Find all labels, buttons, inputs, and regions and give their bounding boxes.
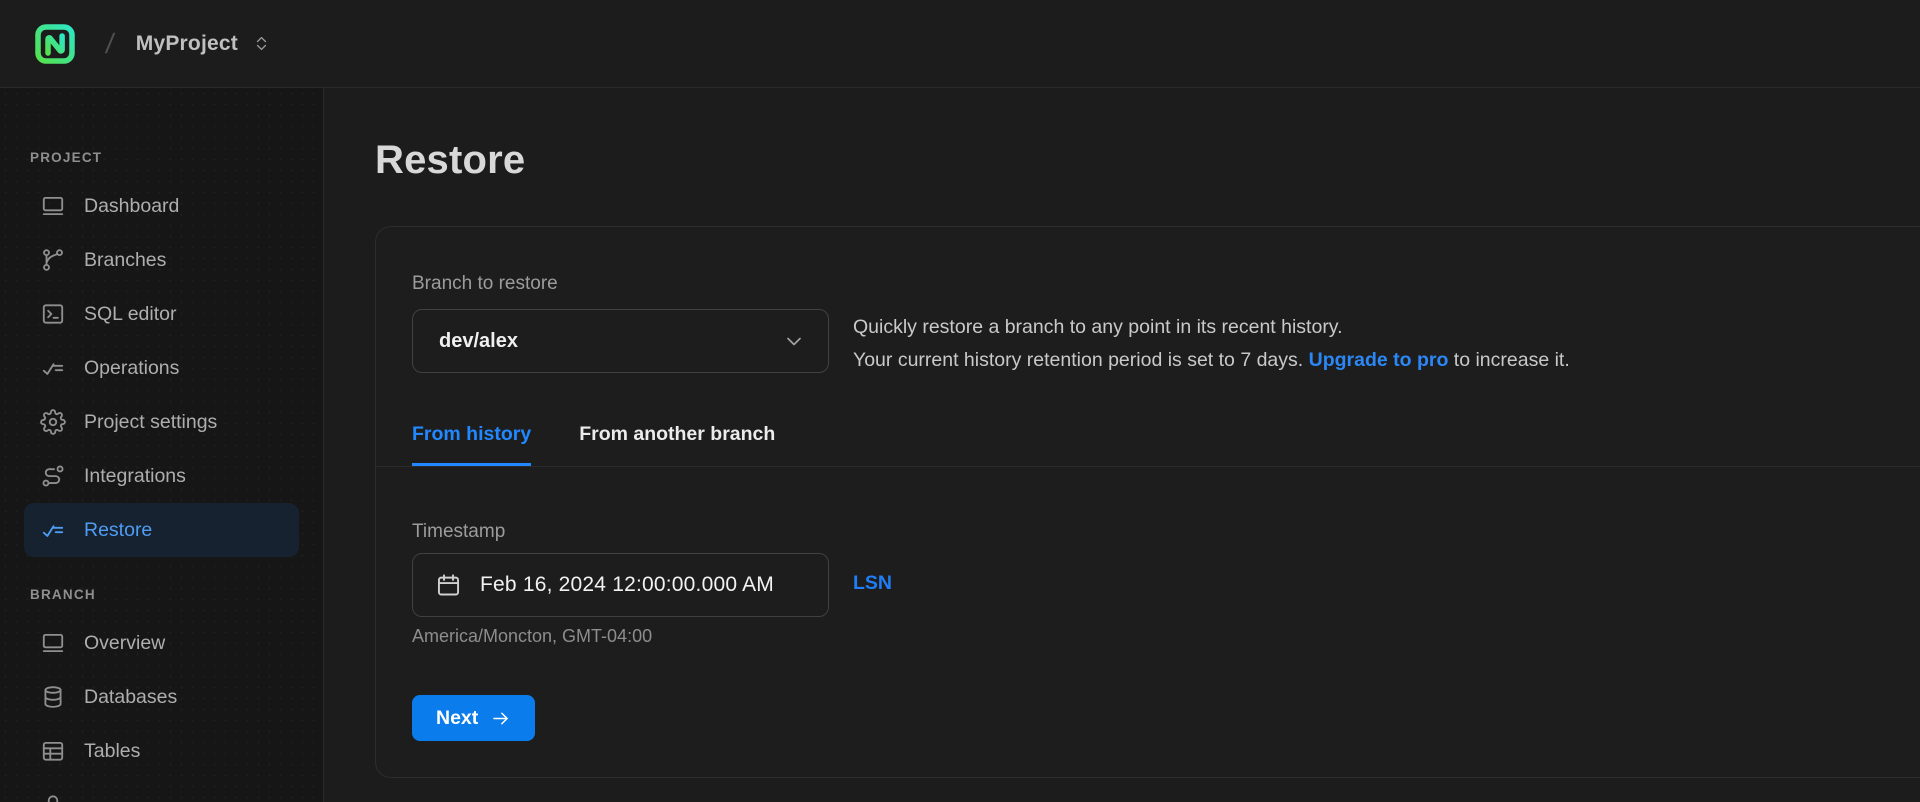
- branch-to-restore-label: Branch to restore: [412, 273, 558, 294]
- sidebar-item-label: Databases: [84, 685, 178, 708]
- timestamp-label: Timestamp: [412, 521, 506, 542]
- sidebar-item-project-settings[interactable]: Project settings: [24, 395, 299, 449]
- sidebar-section-branch: BRANCH Overview Databases Tables: [0, 587, 323, 802]
- sidebar: PROJECT Dashboard Branches SQL editor Op…: [0, 88, 324, 802]
- sidebar-section-label: PROJECT: [30, 150, 103, 165]
- calendar-icon: [435, 572, 462, 599]
- topbar: / MyProject: [0, 0, 1920, 88]
- description-line-1: Quickly restore a branch to any point in…: [853, 316, 1343, 338]
- sidebar-item-label: Project settings: [84, 410, 218, 433]
- sidebar-item-label: Branches: [84, 248, 167, 271]
- timezone-note: America/Moncton, GMT-04:00: [412, 626, 653, 646]
- user-icon: [40, 792, 66, 802]
- sidebar-item-cutoff[interactable]: [24, 778, 299, 802]
- sidebar-item-branches[interactable]: Branches: [24, 233, 299, 287]
- sidebar-item-label: Dashboard: [84, 194, 180, 217]
- sidebar-item-overview[interactable]: Overview: [24, 616, 299, 670]
- window-icon: [40, 630, 66, 656]
- branch-select-value: dev/alex: [439, 329, 518, 352]
- lsn-link[interactable]: LSN: [853, 572, 892, 595]
- main-content: Restore Branch to restore dev/alex Quick…: [324, 88, 1920, 802]
- chevrons-up-down-icon[interactable]: [252, 34, 271, 53]
- git-branch-icon: [40, 247, 66, 273]
- upgrade-to-pro-link[interactable]: Upgrade to pro: [1309, 349, 1449, 371]
- sidebar-item-operations[interactable]: Operations: [24, 341, 299, 395]
- sidebar-item-databases[interactable]: Databases: [24, 670, 299, 724]
- sidebar-item-integrations[interactable]: Integrations: [24, 449, 299, 503]
- tab-from-another-branch[interactable]: From another branch: [579, 423, 775, 466]
- sidebar-item-label: Tables: [84, 739, 141, 762]
- next-button[interactable]: Next: [412, 695, 536, 741]
- restore-tabs: From history From another branch: [412, 423, 823, 466]
- timestamp-input[interactable]: Feb 16, 2024 12:00:00.000 AM: [412, 553, 829, 617]
- chevron-down-icon: [782, 329, 806, 353]
- route-icon: [40, 463, 66, 489]
- branch-select[interactable]: dev/alex: [412, 309, 829, 373]
- sidebar-item-restore[interactable]: Restore: [24, 503, 299, 557]
- table-icon: [40, 738, 66, 764]
- sidebar-item-label: Overview: [84, 631, 166, 654]
- breadcrumb-separator: /: [103, 27, 117, 59]
- page-title: Restore: [375, 138, 526, 182]
- sidebar-item-dashboard[interactable]: Dashboard: [24, 179, 299, 233]
- sidebar-item-tables[interactable]: Tables: [24, 724, 299, 778]
- sidebar-item-sql-editor[interactable]: SQL editor: [24, 287, 299, 341]
- tab-from-history[interactable]: From history: [412, 423, 532, 466]
- sidebar-section-project: PROJECT Dashboard Branches SQL editor Op…: [0, 150, 323, 557]
- database-icon: [40, 684, 66, 710]
- restore-description: Quickly restore a branch to any point in…: [853, 311, 1570, 377]
- timestamp-value: Feb 16, 2024 12:00:00.000 AM: [480, 573, 774, 596]
- breadcrumb-project-name[interactable]: MyProject: [136, 32, 238, 56]
- dashboard-icon: [40, 193, 66, 219]
- sidebar-section-label: BRANCH: [30, 587, 96, 602]
- restore-checklist-icon: [40, 517, 66, 543]
- sidebar-item-label: Restore: [84, 518, 153, 541]
- terminal-icon: [40, 301, 66, 327]
- sidebar-item-label: SQL editor: [84, 302, 177, 325]
- sidebar-item-label: Integrations: [84, 464, 186, 487]
- operations-checklist-icon: [40, 355, 66, 381]
- arrow-right-icon: [490, 708, 511, 729]
- tabs-divider: [376, 466, 1920, 467]
- description-line-2: Your current history retention period is…: [853, 349, 1570, 371]
- sidebar-item-label: Operations: [84, 356, 180, 379]
- neon-logo-icon[interactable]: [30, 19, 80, 69]
- next-button-label: Next: [436, 706, 479, 729]
- gear-icon: [40, 409, 66, 435]
- restore-card: Branch to restore dev/alex Quickly resto…: [375, 226, 1920, 778]
